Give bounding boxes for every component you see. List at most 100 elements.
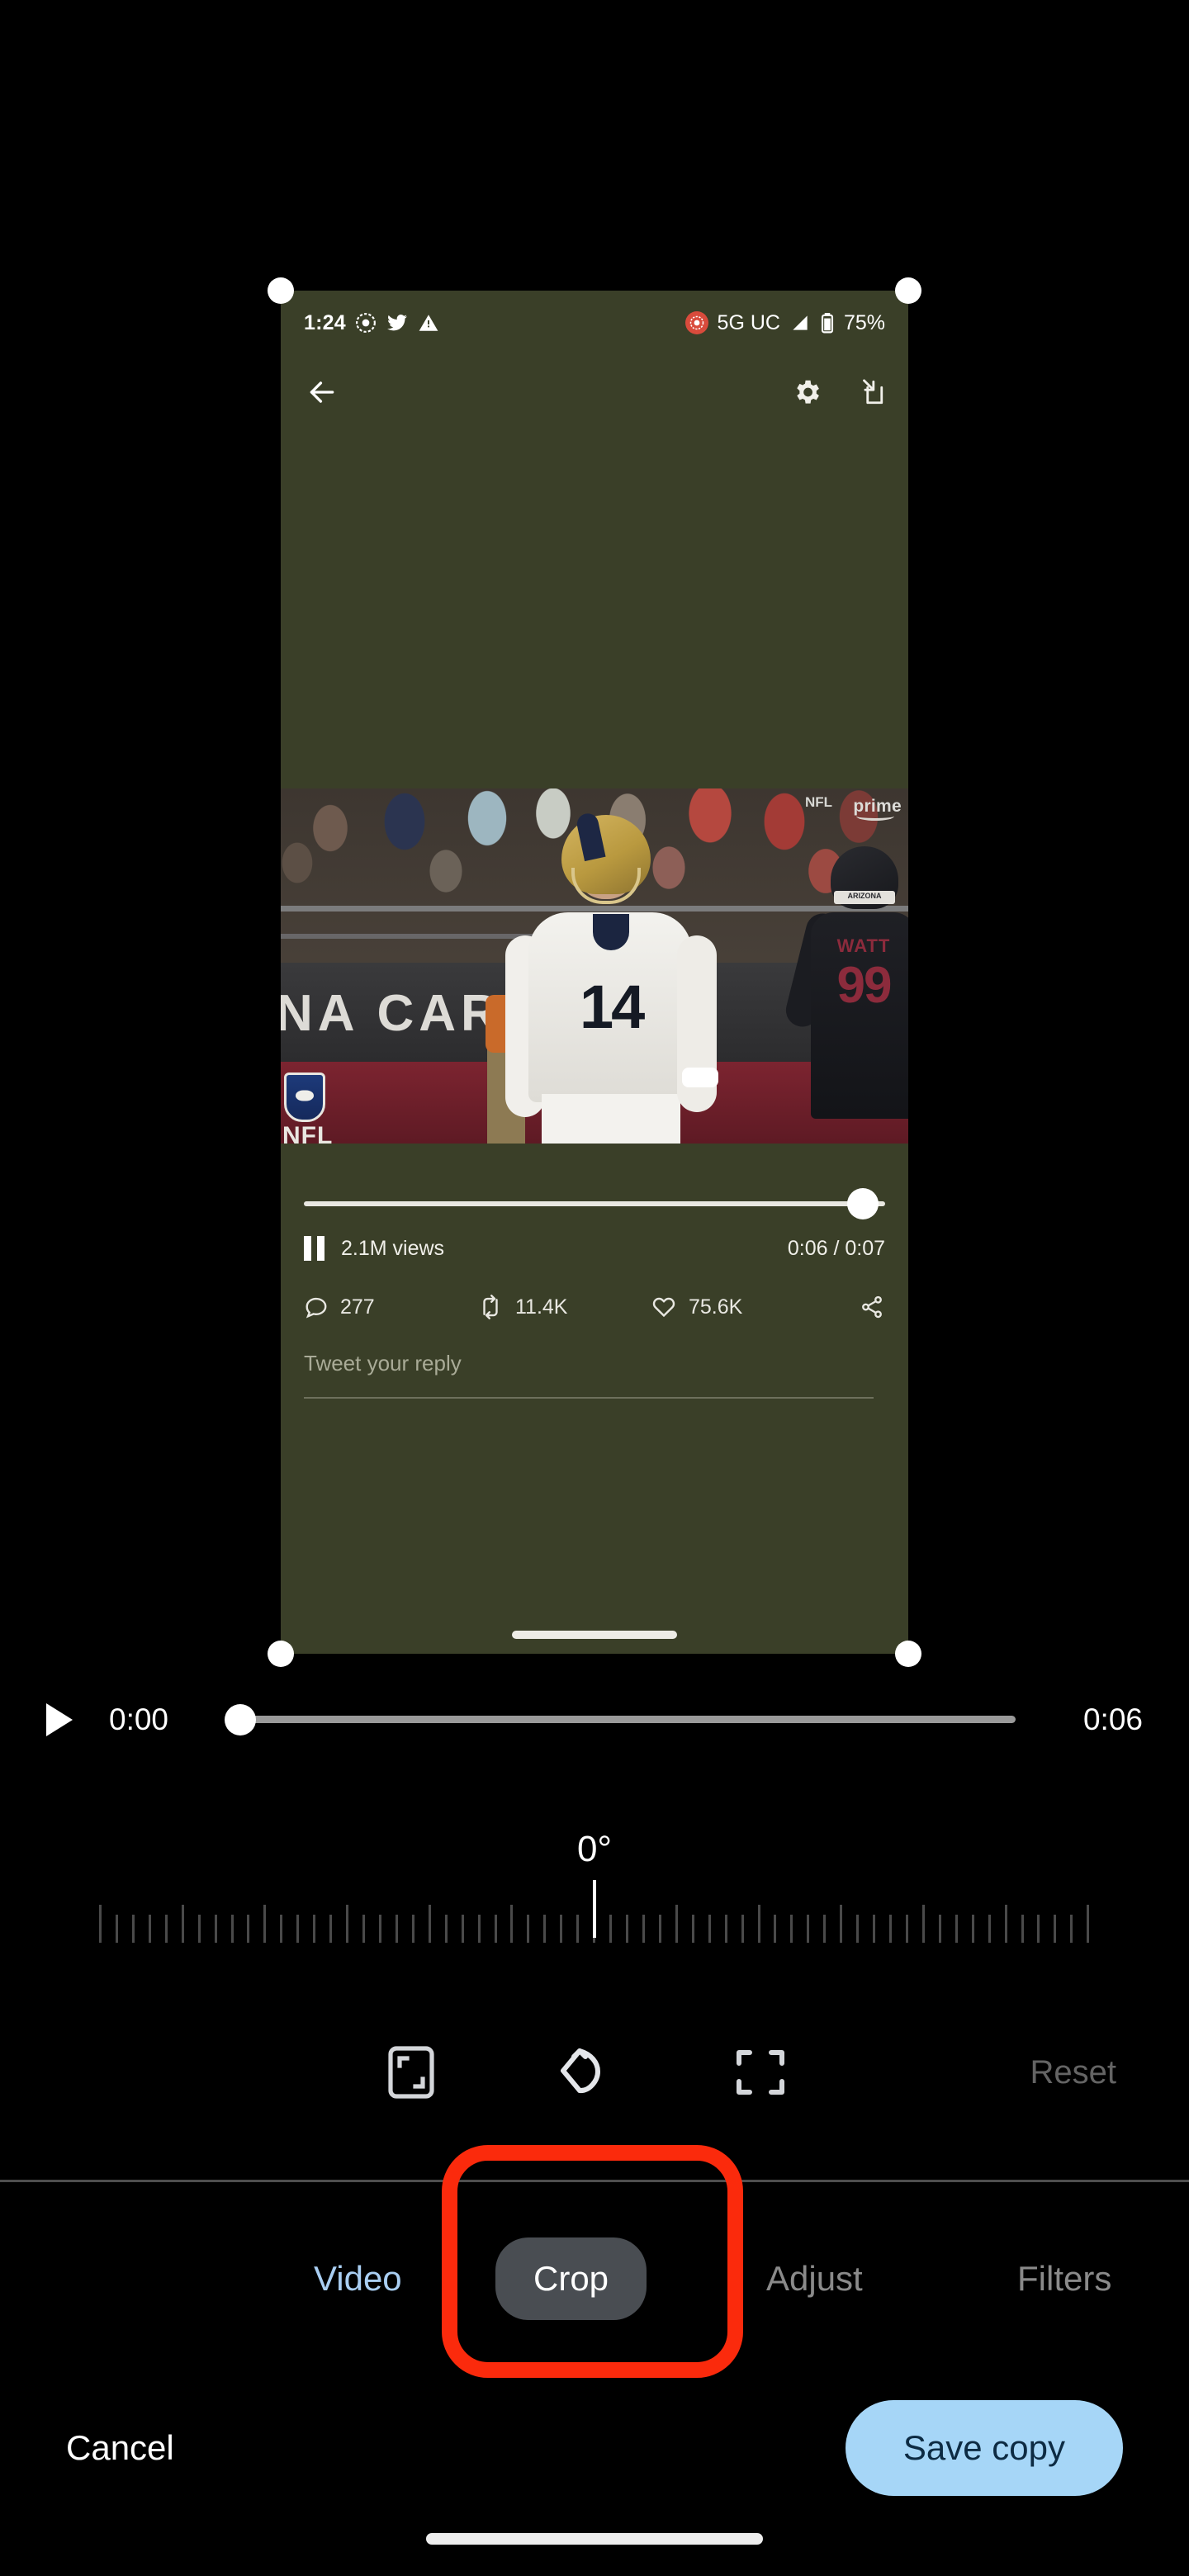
rotation-tick xyxy=(708,1915,711,1943)
rotation-tick xyxy=(560,1915,563,1943)
home-indicator xyxy=(426,2533,763,2545)
arrow-into-box-icon[interactable] xyxy=(857,378,885,410)
rotation-tick xyxy=(395,1915,398,1943)
rotation-tick xyxy=(543,1915,547,1943)
pause-icon[interactable] xyxy=(304,1236,324,1261)
rotation-tick xyxy=(905,1915,908,1943)
gear-icon[interactable] xyxy=(791,376,822,412)
rotation-tick xyxy=(280,1915,283,1943)
banner-text: NA CAR xyxy=(281,984,503,1042)
reply-composer[interactable]: Tweet your reply xyxy=(292,1351,885,1413)
app-bar-actions xyxy=(791,376,885,412)
status-bar-left: 1:24 xyxy=(304,311,439,335)
expand-frame-icon[interactable] xyxy=(735,2048,786,2096)
save-copy-button[interactable]: Save copy xyxy=(845,2400,1123,2496)
stand-railing xyxy=(281,905,908,912)
crop-handle-top-left[interactable] xyxy=(268,277,294,304)
reply-bubble-icon xyxy=(306,1297,327,1319)
tab-adjust[interactable]: Adjust xyxy=(766,2259,863,2299)
tweet-video-meta: 2.1M views 0:06 / 0:07 xyxy=(304,1232,885,1265)
defender-number: 99 xyxy=(836,957,893,1014)
rotation-tick xyxy=(181,1905,184,1943)
quarterback-collar xyxy=(593,914,629,950)
back-arrow-icon[interactable] xyxy=(304,376,340,412)
rotation-tick xyxy=(148,1915,151,1943)
rotation-tick xyxy=(411,1915,414,1943)
rotation-tick xyxy=(807,1915,810,1943)
rotation-dial[interactable]: 0° xyxy=(0,1829,1189,1977)
nfl-bug-icon: NFL xyxy=(804,794,832,810)
like-count: 75.6K xyxy=(689,1295,743,1319)
rotation-tick xyxy=(823,1915,827,1943)
rotation-tick xyxy=(164,1915,168,1943)
rotation-tick xyxy=(461,1915,464,1943)
nfl-shield-logo xyxy=(284,1073,325,1122)
crop-preview-stage[interactable]: 1:24 5G UC 75% NA CAR NFL 14 WATT 99 ARI… xyxy=(0,0,1189,1668)
cancel-button[interactable]: Cancel xyxy=(66,2428,174,2468)
crop-handle-bottom-right[interactable] xyxy=(895,1641,921,1667)
share-action[interactable] xyxy=(859,1295,885,1319)
tweet-app-bar xyxy=(281,355,908,433)
status-time: 1:24 xyxy=(304,310,346,334)
trim-track[interactable] xyxy=(225,1703,1016,1735)
defender-helmet-band xyxy=(834,891,895,904)
rotation-tick xyxy=(510,1905,514,1943)
crop-handle-top-right[interactable] xyxy=(895,277,921,304)
rotation-tick xyxy=(724,1915,727,1943)
rotation-tick xyxy=(938,1915,941,1943)
status-bar: 1:24 5G UC 75% xyxy=(281,291,908,355)
rotation-tick xyxy=(1037,1915,1040,1943)
tweet-video-progress-knob[interactable] xyxy=(847,1188,879,1219)
rotation-tick xyxy=(313,1915,316,1943)
rotation-tick xyxy=(988,1915,991,1943)
retweet-icon xyxy=(483,1295,498,1319)
play-icon[interactable] xyxy=(46,1702,73,1736)
rotation-tick xyxy=(115,1915,118,1943)
rotation-tick xyxy=(790,1915,793,1943)
rotation-tick xyxy=(1021,1915,1024,1943)
twitter-bird-icon xyxy=(386,315,407,331)
tweet-video-progress-track[interactable] xyxy=(304,1201,885,1206)
rotation-tick xyxy=(856,1915,860,1943)
tweet-video-media[interactable]: NA CAR NFL 14 WATT 99 ARIZONA NFL prime xyxy=(281,788,908,1144)
tab-crop[interactable]: Crop xyxy=(495,2237,647,2320)
rotation-tick xyxy=(609,1915,613,1943)
rotation-tick xyxy=(691,1915,694,1943)
rotation-tick xyxy=(626,1915,628,1943)
rotation-tick xyxy=(971,1915,974,1943)
rotate-icon[interactable] xyxy=(553,2045,606,2100)
rotation-tick xyxy=(1087,1905,1090,1943)
defender-nameplate: WATT xyxy=(836,935,891,956)
quarterback-number: 14 xyxy=(580,973,645,1041)
rotation-tick xyxy=(642,1915,645,1943)
rotation-tick xyxy=(741,1915,744,1943)
rotation-tick xyxy=(1054,1915,1057,1943)
bottom-action-bar: Cancel Save copy xyxy=(0,2370,1189,2526)
tab-filters[interactable]: Filters xyxy=(1017,2259,1111,2299)
inner-home-indicator xyxy=(512,1631,677,1639)
reply-placeholder: Tweet your reply xyxy=(304,1351,462,1376)
warning-triangle-icon xyxy=(419,315,438,331)
trim-playhead-knob[interactable] xyxy=(225,1703,256,1735)
rotation-tick xyxy=(576,1915,580,1943)
tab-video[interactable]: Video xyxy=(314,2259,402,2299)
share-icon xyxy=(862,1295,882,1319)
like-action[interactable]: 75.6K xyxy=(651,1295,816,1319)
crop-handle-bottom-left[interactable] xyxy=(268,1641,294,1667)
rotation-tick xyxy=(527,1915,530,1943)
crop-frame[interactable]: 1:24 5G UC 75% NA CAR NFL 14 WATT 99 ARI… xyxy=(281,291,908,1654)
rotation-tick xyxy=(428,1905,431,1943)
reply-underline xyxy=(304,1397,874,1399)
reset-button[interactable]: Reset xyxy=(1030,2054,1117,2091)
rotation-tick xyxy=(197,1915,201,1943)
status-network: 5G UC xyxy=(717,310,780,334)
retweet-action[interactable]: 11.4K xyxy=(477,1295,651,1319)
rotation-tick xyxy=(757,1905,760,1943)
rotation-tick xyxy=(296,1915,300,1943)
retweet-count: 11.4K xyxy=(515,1295,568,1319)
reply-action[interactable]: 277 xyxy=(304,1295,477,1319)
status-battery: 75% xyxy=(843,310,885,334)
reply-count: 277 xyxy=(340,1295,375,1319)
aspect-ratio-icon[interactable] xyxy=(388,2046,434,2099)
rotation-tick xyxy=(1004,1905,1007,1943)
